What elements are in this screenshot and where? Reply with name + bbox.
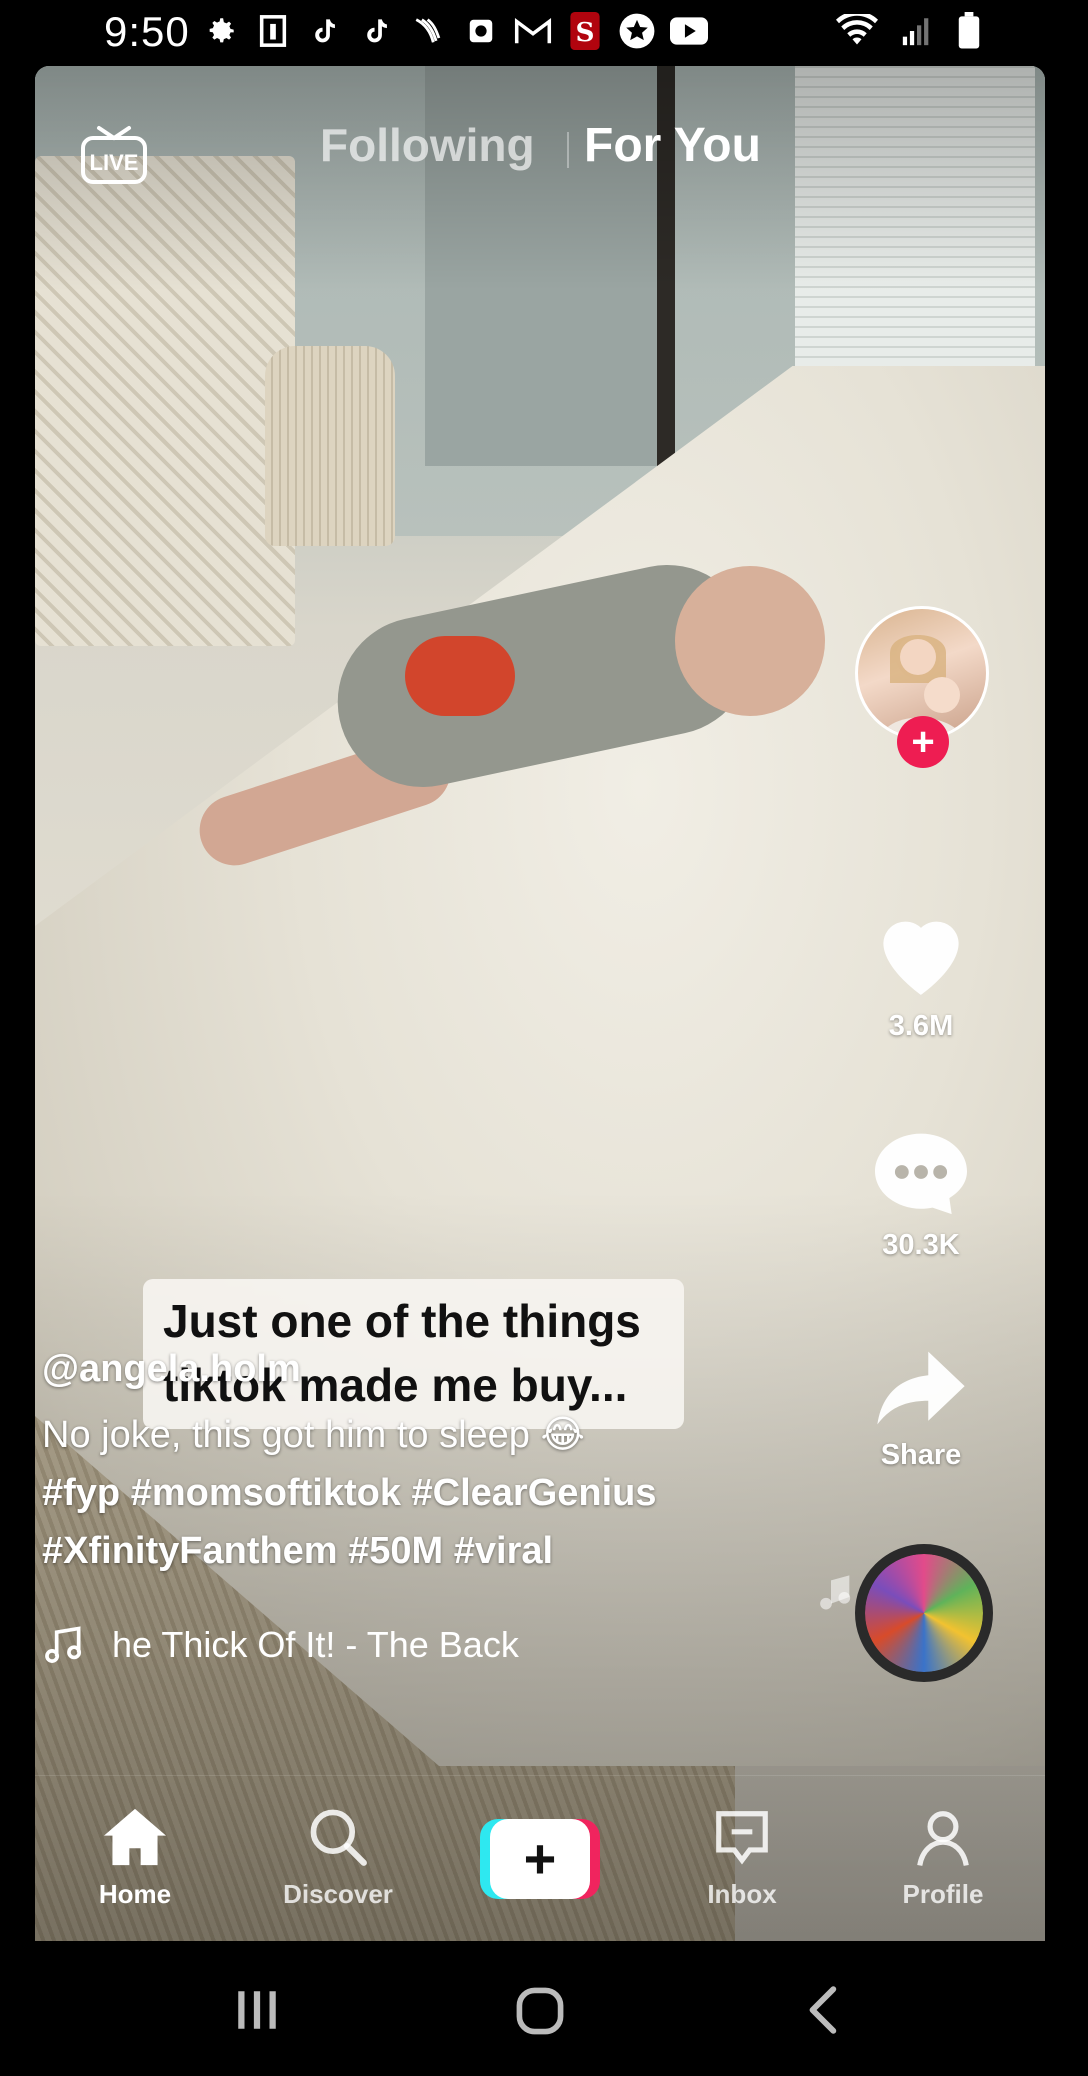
svg-text:LIVE: LIVE xyxy=(90,150,139,175)
camera-app-icon xyxy=(462,12,500,50)
nav-discover-label: Discover xyxy=(283,1879,393,1909)
plus-icon: + xyxy=(490,1819,590,1899)
stanford-app-icon: S xyxy=(566,12,604,50)
music-disc-art xyxy=(865,1554,983,1672)
back-icon[interactable] xyxy=(800,1985,850,2040)
svg-text:S: S xyxy=(576,17,595,48)
system-icons xyxy=(836,11,982,55)
hashtags-line-1[interactable]: #fyp #momsoftiktok #ClearGenius xyxy=(42,1464,762,1522)
nav-profile-label: Profile xyxy=(902,1879,984,1909)
sprint-icon xyxy=(410,12,448,50)
comment-icon xyxy=(875,1133,967,1215)
nav-home-label: Home xyxy=(98,1879,172,1909)
tab-following[interactable]: Following xyxy=(320,118,535,172)
hashtags-line-2[interactable]: #XfinityFanthem #50M #viral xyxy=(42,1522,762,1580)
follow-plus-button[interactable]: + xyxy=(897,716,949,768)
tab-divider xyxy=(567,132,569,168)
home-icon xyxy=(104,1808,166,1866)
nav-home[interactable]: Home xyxy=(65,1806,205,1910)
search-icon xyxy=(310,1809,367,1866)
home-circle-icon[interactable] xyxy=(514,1985,566,2042)
share-label: Share xyxy=(880,1439,962,1471)
live-icon[interactable]: LIVE xyxy=(79,114,149,186)
creator-username[interactable]: @angela.holm xyxy=(42,1340,762,1406)
notification-icons: S xyxy=(202,12,708,50)
tiktok-icon xyxy=(306,12,344,50)
music-disc[interactable] xyxy=(855,1544,993,1682)
android-nav-bar xyxy=(0,1941,1088,2076)
heart-icon xyxy=(883,921,959,995)
battery-icon xyxy=(956,12,982,55)
nav-profile[interactable]: Profile xyxy=(873,1806,1013,1910)
status-time: 9:50 xyxy=(104,8,190,55)
image-icon xyxy=(254,12,292,50)
star-app-icon xyxy=(618,12,656,50)
settings-icon xyxy=(202,12,240,50)
floating-note-icon xyxy=(816,1570,856,1619)
sound-row[interactable]: he Thick Of It! - The Back xyxy=(42,1623,552,1667)
comment-button[interactable]: 30.3K xyxy=(851,1126,991,1262)
comment-count: 30.3K xyxy=(882,1229,960,1261)
create-button[interactable]: + xyxy=(480,1819,600,1899)
youtube-icon xyxy=(670,12,708,50)
inbox-icon xyxy=(716,1811,768,1865)
nav-discover[interactable]: Discover xyxy=(268,1806,408,1910)
tab-for-you[interactable]: For You xyxy=(584,118,761,173)
sound-title[interactable]: he Thick Of It! - The Back xyxy=(112,1624,552,1666)
feed-top-nav: LIVE Following For You xyxy=(35,66,1045,236)
wifi-icon xyxy=(836,11,878,53)
video-caption: @angela.holm No joke, this got him to sl… xyxy=(42,1340,762,1580)
bottom-nav: Home Discover + Inbox Profile xyxy=(35,1775,1045,1941)
music-note-icon xyxy=(45,1626,82,1663)
tiktok-icon xyxy=(358,12,396,50)
like-button[interactable]: 3.6M xyxy=(851,907,991,1043)
like-count: 3.6M xyxy=(888,1010,954,1042)
signal-icon xyxy=(900,14,934,53)
nav-inbox-label: Inbox xyxy=(707,1879,777,1909)
recents-icon[interactable] xyxy=(232,1985,282,2040)
video-description: No joke, this got him to sleep 😂 xyxy=(42,1414,585,1456)
gmail-icon xyxy=(514,12,552,50)
nav-inbox[interactable]: Inbox xyxy=(672,1806,812,1910)
share-button[interactable]: Share xyxy=(851,1348,991,1472)
share-arrow-icon xyxy=(877,1351,965,1425)
status-bar: 9:50 S xyxy=(0,0,1088,66)
profile-icon xyxy=(917,1811,969,1866)
